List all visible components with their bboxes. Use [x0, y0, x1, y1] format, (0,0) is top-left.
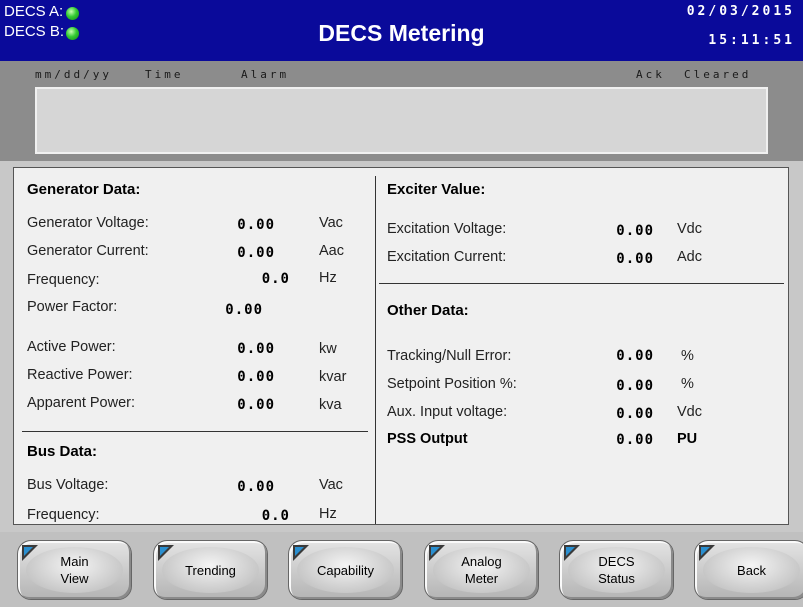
other-data-title: Other Data: [387, 302, 469, 319]
apparent-power-unit: kva [319, 397, 342, 413]
bus-voltage-unit: Vac [319, 477, 343, 493]
page-title: DECS Metering [318, 20, 485, 46]
analog-meter-label: Analog Meter [461, 554, 502, 586]
generator-data-title: Generator Data: [27, 181, 141, 198]
back-label: Back [737, 562, 766, 578]
decs-a-status-led-icon [66, 7, 79, 20]
exciter-value-title: Exciter Value: [387, 181, 486, 198]
gen-voltage-value: 0.00 [237, 217, 275, 233]
bus-data-title: Bus Data: [27, 443, 98, 460]
section-divider [379, 283, 784, 284]
pss-output-label: PSS Output [387, 431, 468, 447]
bus-frequency-unit: Hz [319, 506, 337, 522]
gen-frequency-unit: Hz [319, 270, 337, 286]
column-divider [375, 176, 376, 524]
setpoint-position-label: Setpoint Position %: [387, 376, 517, 392]
active-power-unit: kw [319, 341, 337, 357]
apparent-power-value: 0.00 [237, 397, 275, 413]
active-power-value: 0.00 [237, 341, 275, 357]
tracking-null-error-value: 0.00 [616, 348, 654, 364]
bus-voltage-label: Bus Voltage: [27, 477, 109, 493]
apparent-power-label: Apparent Power: [27, 395, 136, 411]
main-view-button[interactable]: Main View [17, 540, 132, 600]
date-display: 02/03/2015 [686, 4, 795, 19]
decs-status-button[interactable]: DECS Status [559, 540, 674, 600]
time-display: 15:11:51 [708, 33, 795, 48]
bus-voltage-value: 0.00 [237, 479, 275, 495]
gen-current-value: 0.00 [237, 245, 275, 261]
pss-output-value: 0.00 [616, 432, 654, 448]
excitation-current-unit: Adc [677, 249, 702, 265]
capability-button[interactable]: Capability [288, 540, 403, 600]
trending-button[interactable]: Trending [153, 540, 268, 600]
setpoint-position-unit: % [681, 376, 694, 392]
setpoint-position-value: 0.00 [616, 378, 654, 394]
excitation-voltage-unit: Vdc [677, 221, 702, 237]
metering-panel: Generator Data: Generator Voltage: 0.00 … [13, 167, 789, 525]
gen-voltage-label: Generator Voltage: [27, 215, 149, 231]
section-divider [22, 431, 368, 432]
tracking-null-error-label: Tracking/Null Error: [387, 348, 512, 364]
back-button[interactable]: Back [694, 540, 803, 600]
gen-current-unit: Aac [319, 243, 344, 259]
gen-frequency-value: 0.0 [261, 271, 290, 287]
decs-status-label: DECS Status [598, 554, 635, 586]
alarm-col-time: Time [145, 68, 184, 81]
power-factor-value: 0.00 [225, 302, 263, 318]
gen-frequency-label: Frequency: [27, 272, 100, 288]
navigation-bar: Main View Trending Capability Analog Met… [0, 532, 803, 607]
excitation-voltage-label: Excitation Voltage: [387, 221, 507, 237]
reactive-power-value: 0.00 [237, 369, 275, 385]
reactive-power-label: Reactive Power: [27, 367, 133, 383]
excitation-current-value: 0.00 [616, 251, 654, 267]
analog-meter-button[interactable]: Analog Meter [424, 540, 539, 600]
excitation-current-label: Excitation Current: [387, 249, 507, 265]
alarm-col-ack: Ack [636, 68, 665, 81]
bus-frequency-label: Frequency: [27, 507, 100, 523]
aux-input-voltage-value: 0.00 [616, 406, 654, 422]
tracking-null-error-unit: % [681, 348, 694, 364]
alarm-col-alarm: Alarm [241, 68, 290, 81]
active-power-label: Active Power: [27, 339, 116, 355]
alarm-col-date: mm/dd/yy [35, 68, 112, 81]
reactive-power-unit: kvar [319, 369, 347, 385]
gen-voltage-unit: Vac [319, 215, 343, 231]
trending-label: Trending [185, 562, 236, 578]
alarm-list[interactable] [35, 87, 768, 154]
aux-input-voltage-label: Aux. Input voltage: [387, 404, 508, 420]
title-bar: DECS A: DECS B: DECS Metering 02/03/2015… [0, 0, 803, 61]
power-factor-label: Power Factor: [27, 299, 118, 315]
gen-current-label: Generator Current: [27, 243, 149, 259]
alarm-section: mm/dd/yy Time Alarm Ack Cleared [0, 61, 803, 161]
main-view-label: Main View [60, 554, 89, 586]
pss-output-unit: PU [677, 431, 698, 447]
alarm-col-cleared: Cleared [684, 68, 752, 81]
bus-frequency-value: 0.0 [261, 508, 290, 524]
capability-label: Capability [316, 562, 375, 578]
excitation-voltage-value: 0.00 [616, 223, 654, 239]
aux-input-voltage-unit: Vdc [677, 404, 702, 420]
